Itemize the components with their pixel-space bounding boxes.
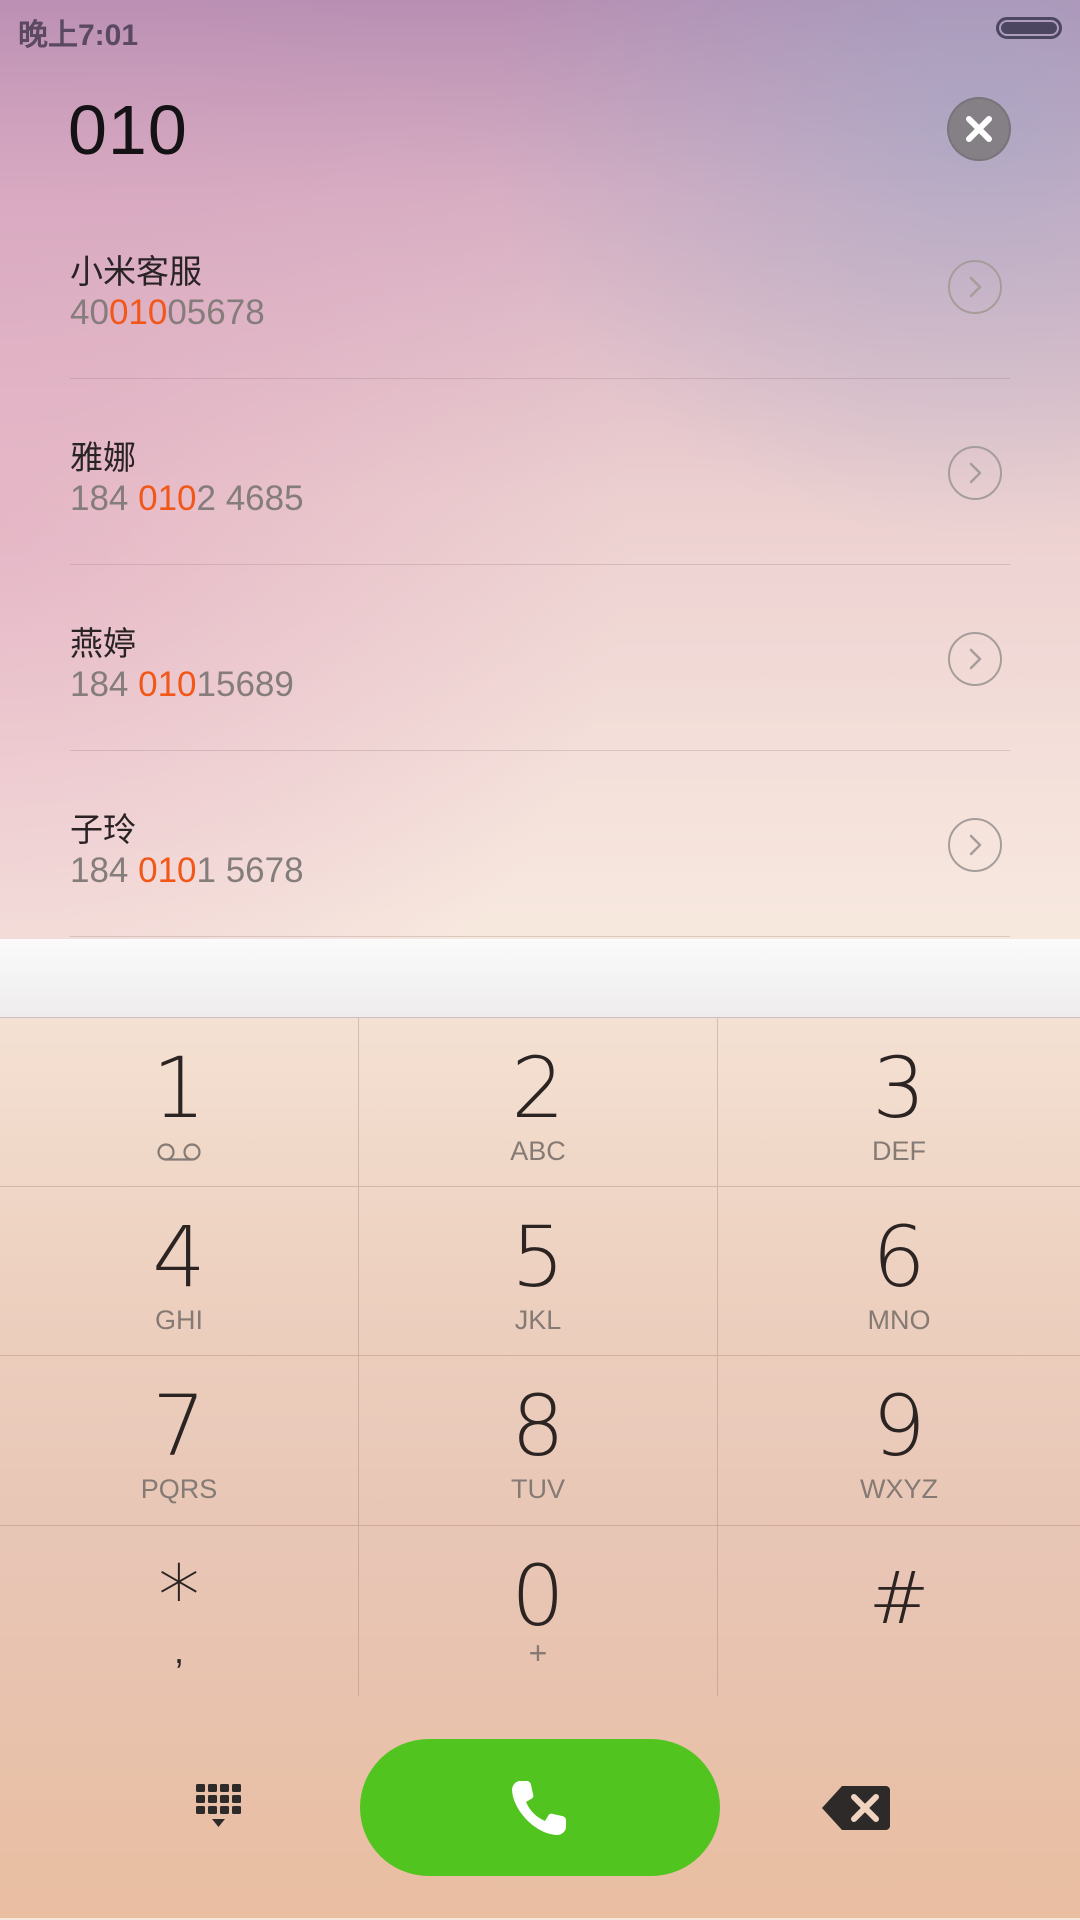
key-digit: 3 [872,1039,926,1137]
contact-name: 子玲 [70,810,136,849]
key-0[interactable]: 0 + [359,1526,718,1696]
voicemail-icon [157,1143,201,1161]
key-digit: 4 [152,1208,206,1306]
status-time: 晚上7:01 [18,19,139,52]
contact-name: 小米客服 [70,252,202,291]
contact-number: 184 01015689 [70,665,294,704]
key-hash[interactable]: # [718,1526,1080,1696]
key-digit: 2 [511,1039,565,1137]
dialpad-header-band [0,939,1080,1018]
key-letters: WXYZ [860,1474,938,1504]
dialpad-icon[interactable] [190,1780,254,1844]
contact-row[interactable]: 雅娜 184 0102 4685 [0,379,1080,565]
key-5[interactable]: 5 JKL [359,1187,718,1356]
key-3[interactable]: 3 DEF [718,1018,1080,1187]
close-icon [966,116,992,142]
key-letters: , [173,1630,184,1671]
contact-number: 184 0102 4685 [70,479,304,518]
contact-number: 184 0101 5678 [70,851,304,890]
dialed-number: 010 [68,91,188,169]
match-highlight: 010 [138,665,197,704]
key-1[interactable]: 1 [0,1018,359,1187]
key-letters: PQRS [140,1474,218,1504]
contact-name: 雅娜 [70,438,136,477]
key-letters: DEF [872,1136,926,1166]
clear-button[interactable] [947,97,1011,161]
phone-icon [512,1781,566,1835]
contact-name: 燕婷 [70,624,136,663]
match-highlight: 010 [138,479,197,518]
contact-row[interactable]: 小米客服 4001005678 [0,193,1080,379]
call-button[interactable] [360,1739,720,1876]
chevron-right-icon[interactable] [947,631,1003,687]
key-digit: 7 [152,1377,206,1475]
battery-icon [996,17,1062,39]
key-letters: TUV [511,1474,565,1504]
key-6[interactable]: 6 MNO [718,1187,1080,1356]
key-digit: # [868,1556,930,1640]
contact-row[interactable]: 燕婷 184 01015689 [0,565,1080,751]
key-8[interactable]: 8 TUV [359,1356,718,1526]
chevron-right-icon[interactable] [947,445,1003,501]
key-digit: 8 [511,1377,565,1475]
key-digit: 5 [511,1208,565,1306]
key-digit: 9 [872,1377,926,1475]
key-letters: JKL [514,1305,562,1335]
match-highlight: 010 [138,851,197,890]
key-letters: + [528,1635,548,1671]
key-7[interactable]: 7 PQRS [0,1356,359,1526]
key-digit: 6 [872,1208,926,1306]
contact-number: 4001005678 [70,293,265,332]
key-4[interactable]: 4 GHI [0,1187,359,1356]
contact-results-list: 小米客服 4001005678 雅娜 184 0102 4685 燕婷 184 … [0,193,1080,937]
contact-row[interactable]: 子玲 184 0101 5678 [0,751,1080,937]
key-letters: ABC [510,1136,566,1166]
dialer-action-bar [0,1700,1080,1920]
chevron-right-icon[interactable] [947,817,1003,873]
key-2[interactable]: 2 ABC [359,1018,718,1187]
key-star[interactable]: * , [0,1526,359,1696]
key-digit: * [158,1547,200,1645]
key-9[interactable]: 9 WXYZ [718,1356,1080,1526]
key-digit: 1 [152,1039,206,1137]
status-bar: 晚上7:01 [0,0,1080,58]
backspace-icon[interactable] [820,1780,892,1836]
key-digit: 0 [511,1547,565,1645]
key-letters: GHI [154,1305,203,1335]
chevron-right-icon[interactable] [947,259,1003,315]
key-letters: MNO [867,1305,931,1335]
match-highlight: 010 [108,293,168,332]
